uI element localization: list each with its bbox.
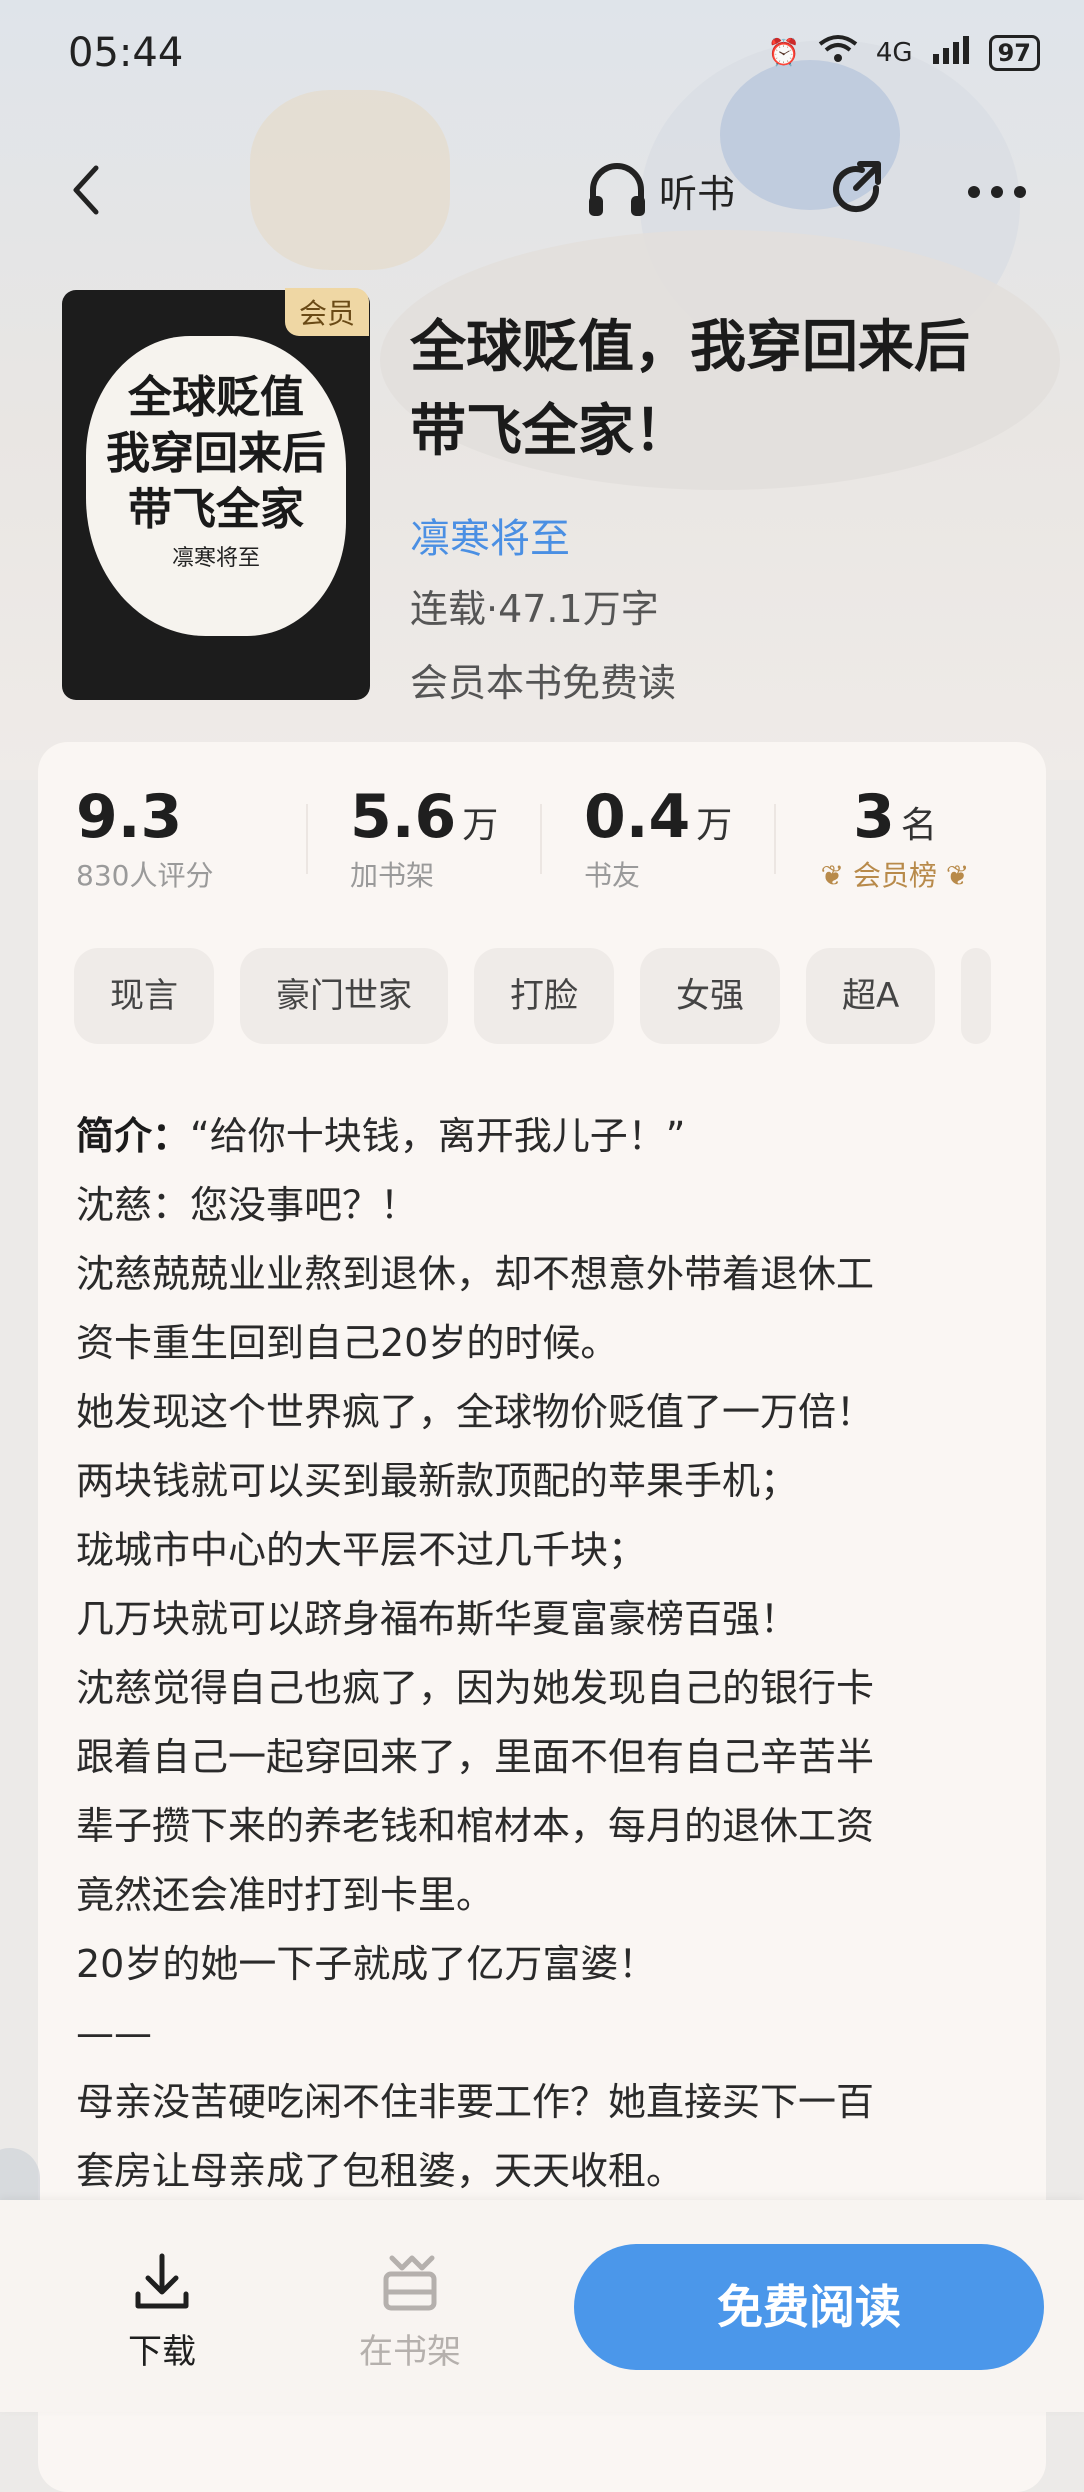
tag-chip[interactable]: 超A [806,948,936,1044]
listen-book-button[interactable]: 听书 [585,160,735,220]
share-button[interactable] [826,158,890,222]
intro-line: 跟着自己一起穿回来了，里面不但有自己辛苦半 [76,1735,875,1779]
download-label: 下载 [128,2332,196,2372]
book-intro: 简介：“给你十块钱，离开我儿子！” 沈慈：您没事吧？！ 沈慈兢兢业业熬到退休，却… [76,1102,1016,2206]
intro-line: 沈慈觉得自己也疯了，因为她发现自己的银行卡 [76,1666,875,1710]
shelf-button[interactable]: 在书架 [350,2252,470,2373]
cover-title-line: 我穿回来后 [106,428,326,479]
divider [540,804,542,874]
stat-label: ❦ 会员榜 ❦ [820,854,970,894]
tag-chip[interactable]: 现言 [74,948,214,1044]
signal-icon [931,34,971,71]
chevron-left-icon [73,165,99,215]
tag-chip[interactable]: 打脸 [474,948,614,1044]
network-type: 4G [875,37,913,68]
stat-label-text: 会员榜 [852,859,937,892]
intro-line: 竟然还会准时打到卡里。 [76,1873,495,1917]
intro-line: 她发现这个世界疯了，全球物价贬值了一万倍！ [76,1390,875,1434]
book-meta: 连载·47.1万字 [410,587,659,631]
free-read-button[interactable]: 免费阅读 [574,2244,1044,2370]
stat-value: 3 [853,782,895,852]
intro-line: 两块钱就可以买到最新款顶配的苹果手机； [76,1459,799,1503]
bookshelf-icon [383,2255,437,2311]
divider [774,804,776,874]
tag-chip-partial[interactable] [961,948,992,1044]
stat-shelf[interactable]: 5.6 万 加书架 [350,782,498,892]
back-button[interactable] [62,160,112,220]
vip-badge: 会员 [285,288,370,336]
intro-line: 20岁的她一下子就成了亿万富婆！ [76,1942,657,1986]
intro-line: 母亲没苦硬吃闲不住非要工作？她直接买下一百 [76,2080,875,2124]
intro-text: “给你十块钱，离开我儿子！” [190,1114,686,1158]
more-button[interactable] [962,160,1032,220]
bottom-action-bar: 下载 在书架 免费阅读 [0,2200,1084,2412]
stat-unit: 名 [900,805,937,846]
stat-value: 0.4 [584,782,691,852]
cover-title-line: 带飞全家 [128,484,304,535]
intro-heading: 简介： [76,1114,191,1158]
stat-label: 书友 [584,859,641,892]
status-icons: ⏰ 4G 97 [768,34,1040,71]
stat-vip-rank[interactable]: 3名 ❦ 会员榜 ❦ [820,782,970,892]
bg-decoration [250,90,450,270]
book-title: 全球贬值，我穿回来后 带飞全家！ [410,306,1050,474]
laurel-left-icon: ❦ [820,859,845,892]
author-link[interactable]: 凛寒将至 [410,506,570,564]
intro-line: 沈慈：您没事吧？！ [76,1183,419,1227]
tag-chip[interactable]: 豪门世家 [240,948,448,1044]
listen-label: 听书 [659,171,736,216]
book-title-line: 全球贬值，我穿回来后 [410,315,970,380]
shelf-label: 在书架 [359,2332,461,2372]
intro-divider: —— [76,2011,152,2055]
intro-line: 套房让母亲成了包租婆，天天收租。 [76,2149,685,2193]
stats-row: 9.3 830人评分 5.6 万 加书架 0.4 万 书友 3名 ❦ 会员榜 ❦ [38,782,1046,892]
intro-line: 沈慈兢兢业业熬到退休，却不想意外带着退休工 [76,1252,875,1296]
stat-rating[interactable]: 9.3 830人评分 [76,782,213,892]
stat-label: 830人评分 [76,859,214,892]
intro-line: 辈子攒下来的养老钱和棺材本，每月的退休工资 [76,1804,875,1848]
stat-unit: 万 [462,805,499,846]
wifi-icon [818,34,858,71]
book-title-line: 带飞全家！ [410,399,690,464]
cover-title: 全球贬值 我穿回来后 带飞全家 [96,370,336,538]
tag-list: 现言 豪门世家 打脸 女强 超A [74,948,992,1044]
stat-unit: 万 [696,805,733,846]
headphones-icon [589,163,645,216]
download-button[interactable]: 下载 [122,2252,202,2373]
alarm-icon: ⏰ [767,37,800,68]
tag-chip[interactable]: 女强 [640,948,780,1044]
stat-friends[interactable]: 0.4 万 书友 [584,782,732,892]
intro-line: 简介：“给你十块钱，离开我儿子！” [76,1102,1016,1171]
more-icon [968,186,1026,198]
cover-author: 凛寒将至 [171,546,260,571]
status-bar: 05:44 ⏰ 4G 97 [0,0,1084,110]
share-icon [833,161,881,213]
battery-indicator: 97 [988,34,1040,71]
intro-line: 资卡重生回到自己20岁的时候。 [76,1321,619,1365]
download-icon [135,2253,189,2309]
laurel-right-icon: ❦ [945,859,970,892]
divider [306,804,308,874]
cover-title-line: 全球贬值 [128,372,304,423]
book-cover[interactable]: 全球贬值 我穿回来后 带飞全家 凛寒将至 [62,290,370,700]
status-time: 05:44 [68,30,184,76]
stat-label: 加书架 [350,859,435,892]
stat-value: 5.6 [350,782,457,852]
intro-line: 珑城市中心的大平层不过几千块； [76,1528,647,1572]
free-note: 会员本书免费读 [410,661,677,705]
intro-line: 几万块就可以跻身福布斯华夏富豪榜百强！ [76,1597,799,1641]
stat-value: 9.3 [76,782,183,852]
